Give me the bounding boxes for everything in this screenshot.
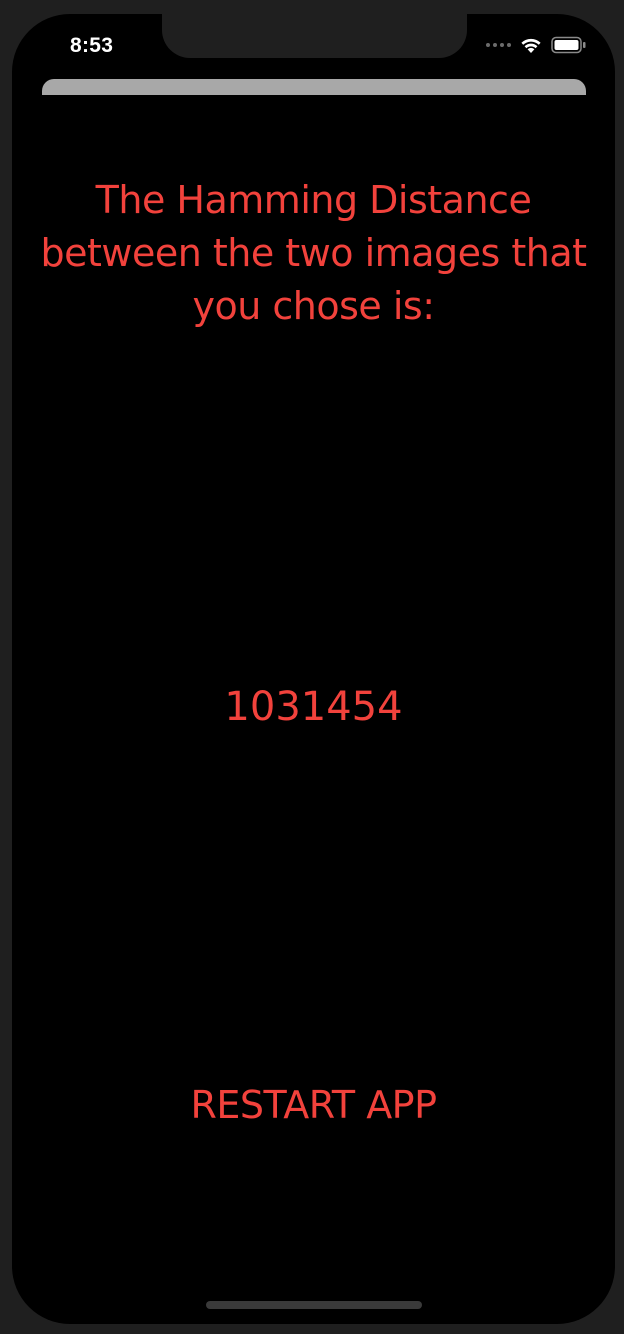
wifi-icon (521, 38, 541, 53)
status-icons (486, 36, 587, 54)
restart-app-button[interactable]: RESTART APP (162, 1076, 465, 1134)
screen: 8:53 The Hamming Distance between the tw… (12, 14, 615, 1324)
battery-icon (551, 36, 586, 54)
cellular-signal-icon (486, 43, 511, 47)
hamming-distance-value: 1031454 (224, 684, 403, 730)
device-notch (162, 14, 467, 58)
result-heading: The Hamming Distance between the two ima… (40, 178, 587, 328)
status-time: 8:53 (70, 34, 114, 57)
device-frame: 8:53 The Hamming Distance between the tw… (0, 0, 624, 1334)
home-indicator[interactable] (206, 1301, 422, 1309)
modal-sheet-edge (42, 79, 586, 95)
